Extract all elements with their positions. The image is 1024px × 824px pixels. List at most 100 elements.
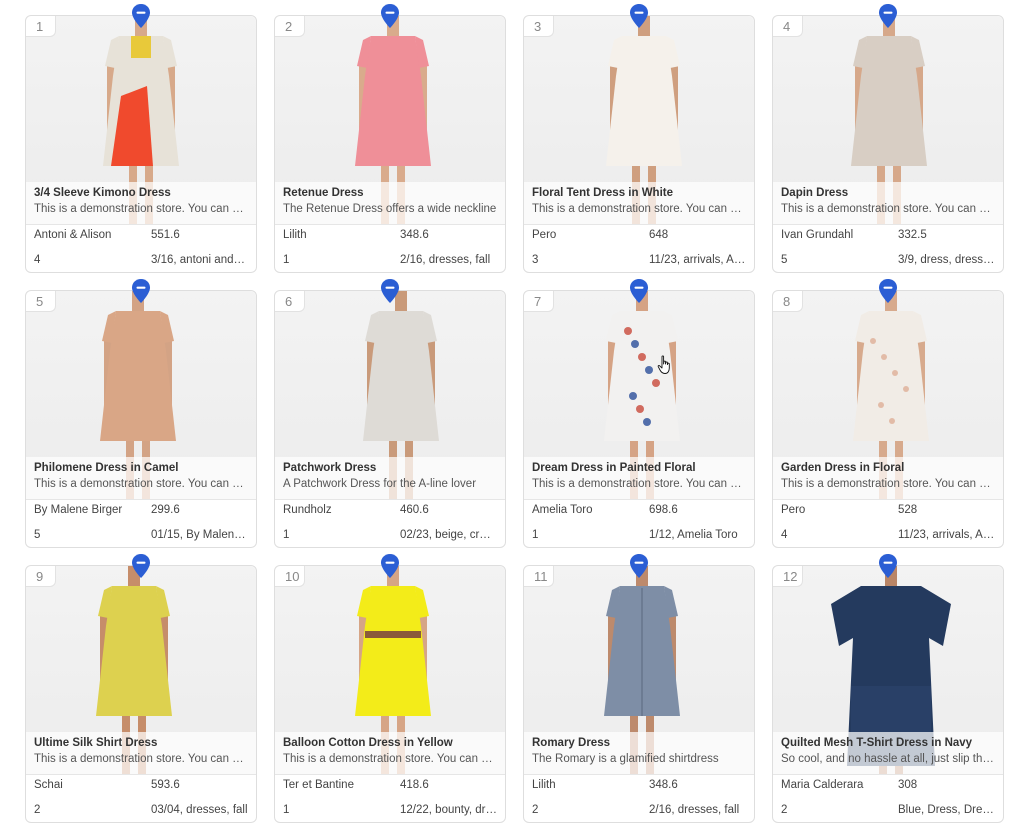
product-count: 2 bbox=[532, 804, 539, 816]
product-card[interactable]: 9 Ultime Silk Shirt Dress This is a demo… bbox=[25, 554, 257, 823]
remove-pin-icon[interactable] bbox=[131, 553, 151, 579]
title-band: Patchwork Dress A Patchwork Dress for th… bbox=[275, 457, 505, 499]
product-title[interactable]: Floral Tent Dress in White bbox=[532, 187, 746, 199]
product-description: This is a demonstration store. You can p… bbox=[283, 753, 497, 765]
product-card[interactable]: 10 Balloon Cotton Dress in Yellow This i… bbox=[274, 554, 506, 823]
card-index: 1 bbox=[26, 16, 56, 37]
product-tags: 03/04, dresses, fall bbox=[151, 804, 248, 816]
product-description: A Patchwork Dress for the A-line lover bbox=[283, 478, 477, 490]
remove-pin-icon[interactable] bbox=[380, 3, 400, 29]
product-title[interactable]: Patchwork Dress bbox=[283, 462, 497, 474]
card-index: 8 bbox=[773, 291, 803, 312]
product-vendor: By Malene Birger bbox=[34, 504, 123, 516]
remove-pin-icon[interactable] bbox=[380, 278, 400, 304]
divider bbox=[26, 224, 256, 225]
product-card[interactable]: 2 Retenue Dress The Retenue Dress offers… bbox=[274, 4, 506, 273]
title-band: Ultime Silk Shirt Dress This is a demons… bbox=[26, 732, 256, 774]
title-band: Balloon Cotton Dress in Yellow This is a… bbox=[275, 732, 505, 774]
remove-pin-icon[interactable] bbox=[629, 278, 649, 304]
product-card[interactable]: 7 Dream Dress in Painted Floral This is … bbox=[523, 279, 755, 548]
product-tags: 2/16, dresses, fall bbox=[400, 254, 491, 266]
product-tags: 12/22, bounty, dresses bbox=[400, 804, 497, 816]
product-card[interactable]: 1 3/4 Sleeve Kimono Dress This is a demo… bbox=[25, 4, 257, 273]
product-price: 698.6 bbox=[649, 504, 678, 516]
remove-pin-icon[interactable] bbox=[878, 278, 898, 304]
product-card[interactable]: 5 Philomene Dress in Camel This is a dem… bbox=[25, 279, 257, 548]
product-title[interactable]: Retenue Dress bbox=[283, 187, 497, 199]
product-price: 551.6 bbox=[151, 229, 180, 241]
remove-pin-icon[interactable] bbox=[878, 3, 898, 29]
title-band: Retenue Dress The Retenue Dress offers a… bbox=[275, 182, 505, 224]
product-vendor: Pero bbox=[532, 229, 557, 241]
product-title[interactable]: Dapin Dress bbox=[781, 187, 995, 199]
product-card[interactable]: 6 Patchwork Dress A Patchwork Dress for … bbox=[274, 279, 506, 548]
divider bbox=[524, 224, 754, 225]
title-band: Quilted Mesh T-Shirt Dress in Navy So co… bbox=[773, 732, 1003, 774]
card-index: 11 bbox=[524, 566, 554, 587]
product-description: This is a demonstration store. You can p… bbox=[532, 203, 746, 215]
product-vendor: Schai bbox=[34, 779, 63, 791]
product-vendor: Lilith bbox=[532, 779, 556, 791]
product-title[interactable]: Quilted Mesh T-Shirt Dress in Navy bbox=[781, 737, 995, 749]
product-title[interactable]: Philomene Dress in Camel bbox=[34, 462, 248, 474]
title-band: Floral Tent Dress in White This is a dem… bbox=[524, 182, 754, 224]
product-vendor: Rundholz bbox=[283, 504, 332, 516]
product-vendor: Amelia Toro bbox=[532, 504, 593, 516]
product-count: 4 bbox=[781, 529, 788, 541]
product-description: The Retenue Dress offers a wide neckline bbox=[283, 203, 497, 215]
product-price: 299.6 bbox=[151, 504, 180, 516]
product-price: 460.6 bbox=[400, 504, 429, 516]
card-index: 9 bbox=[26, 566, 56, 587]
remove-pin-icon[interactable] bbox=[878, 553, 898, 579]
product-card[interactable]: 12 Quilted Mesh T-Shirt Dress in Navy So… bbox=[772, 554, 1004, 823]
title-band: Romary Dress The Romary is a glamified s… bbox=[524, 732, 754, 774]
card-index: 3 bbox=[524, 16, 554, 37]
product-tags: 1/12, Amelia Toro bbox=[649, 529, 738, 541]
product-tags: 11/23, arrivals, A-line bbox=[649, 254, 746, 266]
divider bbox=[275, 224, 505, 225]
product-description: So cool, and no hassle at all, just slip… bbox=[781, 753, 995, 765]
card-index: 4 bbox=[773, 16, 803, 37]
title-band: Dream Dress in Painted Floral This is a … bbox=[524, 457, 754, 499]
remove-pin-icon[interactable] bbox=[131, 3, 151, 29]
product-title[interactable]: 3/4 Sleeve Kimono Dress bbox=[34, 187, 248, 199]
product-tags: 3/16, antoni and alison bbox=[151, 254, 248, 266]
card-index: 6 bbox=[275, 291, 305, 312]
product-vendor: Pero bbox=[781, 504, 806, 516]
divider bbox=[26, 774, 256, 775]
card-index: 2 bbox=[275, 16, 305, 37]
remove-pin-icon[interactable] bbox=[131, 278, 151, 304]
hand-cursor-icon bbox=[657, 355, 670, 374]
product-count: 1 bbox=[532, 529, 539, 541]
remove-pin-icon[interactable] bbox=[380, 553, 400, 579]
product-description: This is a demonstration store. You can p… bbox=[34, 753, 248, 765]
product-vendor: Ivan Grundahl bbox=[781, 229, 854, 241]
product-price: 418.6 bbox=[400, 779, 429, 791]
card-index: 5 bbox=[26, 291, 56, 312]
product-price: 648 bbox=[649, 229, 669, 241]
product-card[interactable]: 8 Garden Dress in Floral This is a demon… bbox=[772, 279, 1004, 548]
product-count: 2 bbox=[34, 804, 41, 816]
product-title[interactable]: Garden Dress in Floral bbox=[781, 462, 995, 474]
product-title[interactable]: Romary Dress bbox=[532, 737, 746, 749]
remove-pin-icon[interactable] bbox=[629, 3, 649, 29]
product-description: This is a demonstration store. You can p… bbox=[34, 478, 248, 490]
product-card[interactable]: 11 Romary Dress The Romary is a glamifie… bbox=[523, 554, 755, 823]
product-price: 348.6 bbox=[400, 229, 429, 241]
product-tags: 02/23, beige, cream bbox=[400, 529, 497, 541]
product-card[interactable]: 3 Floral Tent Dress in White This is a d… bbox=[523, 4, 755, 273]
product-count: 5 bbox=[781, 254, 788, 266]
product-title[interactable]: Balloon Cotton Dress in Yellow bbox=[283, 737, 497, 749]
product-tags: 11/23, arrivals, A-line bbox=[898, 529, 995, 541]
product-price: 332.5 bbox=[898, 229, 927, 241]
product-tags: Blue, Dress, Dresses bbox=[898, 804, 995, 816]
divider bbox=[26, 499, 256, 500]
title-band: 3/4 Sleeve Kimono Dress This is a demons… bbox=[26, 182, 256, 224]
product-title[interactable]: Dream Dress in Painted Floral bbox=[532, 462, 746, 474]
product-tags: 3/9, dress, dresses bbox=[898, 254, 995, 266]
divider bbox=[773, 224, 1003, 225]
product-description: This is a demonstration store. You can p… bbox=[781, 478, 995, 490]
product-card[interactable]: 4 Dapin Dress This is a demonstration st… bbox=[772, 4, 1004, 273]
remove-pin-icon[interactable] bbox=[629, 553, 649, 579]
product-title[interactable]: Ultime Silk Shirt Dress bbox=[34, 737, 248, 749]
